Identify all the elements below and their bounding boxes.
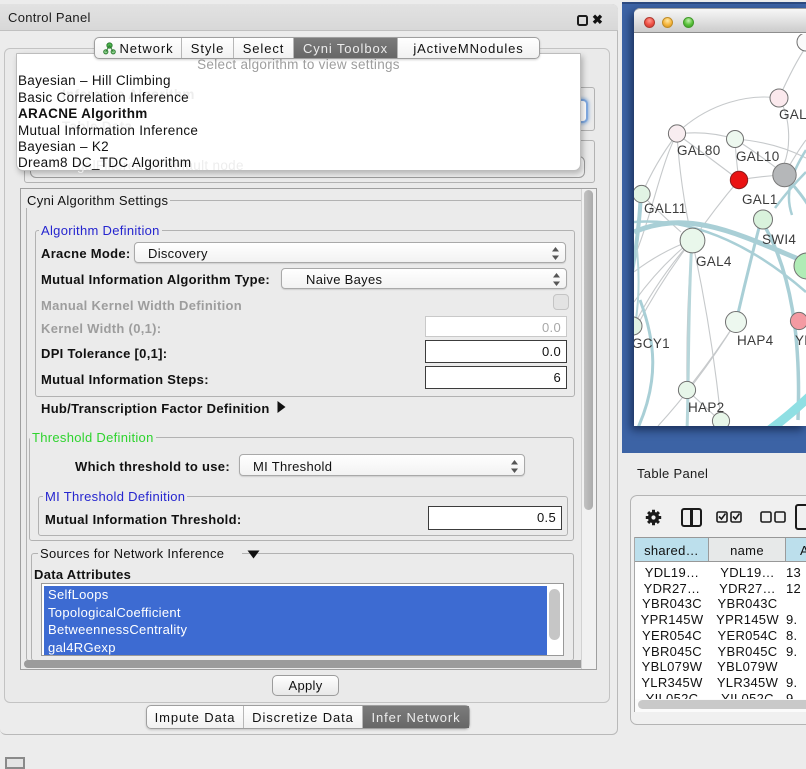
svg-text:GAL11: GAL11 <box>644 201 687 216</box>
svg-text:GCY1: GCY1 <box>634 336 670 351</box>
svg-text:GAL10: GAL10 <box>736 149 780 164</box>
svg-text:SWI4: SWI4 <box>762 232 796 247</box>
svg-text:GAL4: GAL4 <box>696 254 732 269</box>
svg-text:HAP2: HAP2 <box>688 400 724 415</box>
svg-text:GAL1: GAL1 <box>742 192 778 207</box>
svg-text:HAP4: HAP4 <box>737 333 774 348</box>
svg-text:GAL80: GAL80 <box>677 143 721 158</box>
svg-text:YE: YE <box>795 333 806 348</box>
svg-text:GAL7: GAL7 <box>779 107 806 122</box>
